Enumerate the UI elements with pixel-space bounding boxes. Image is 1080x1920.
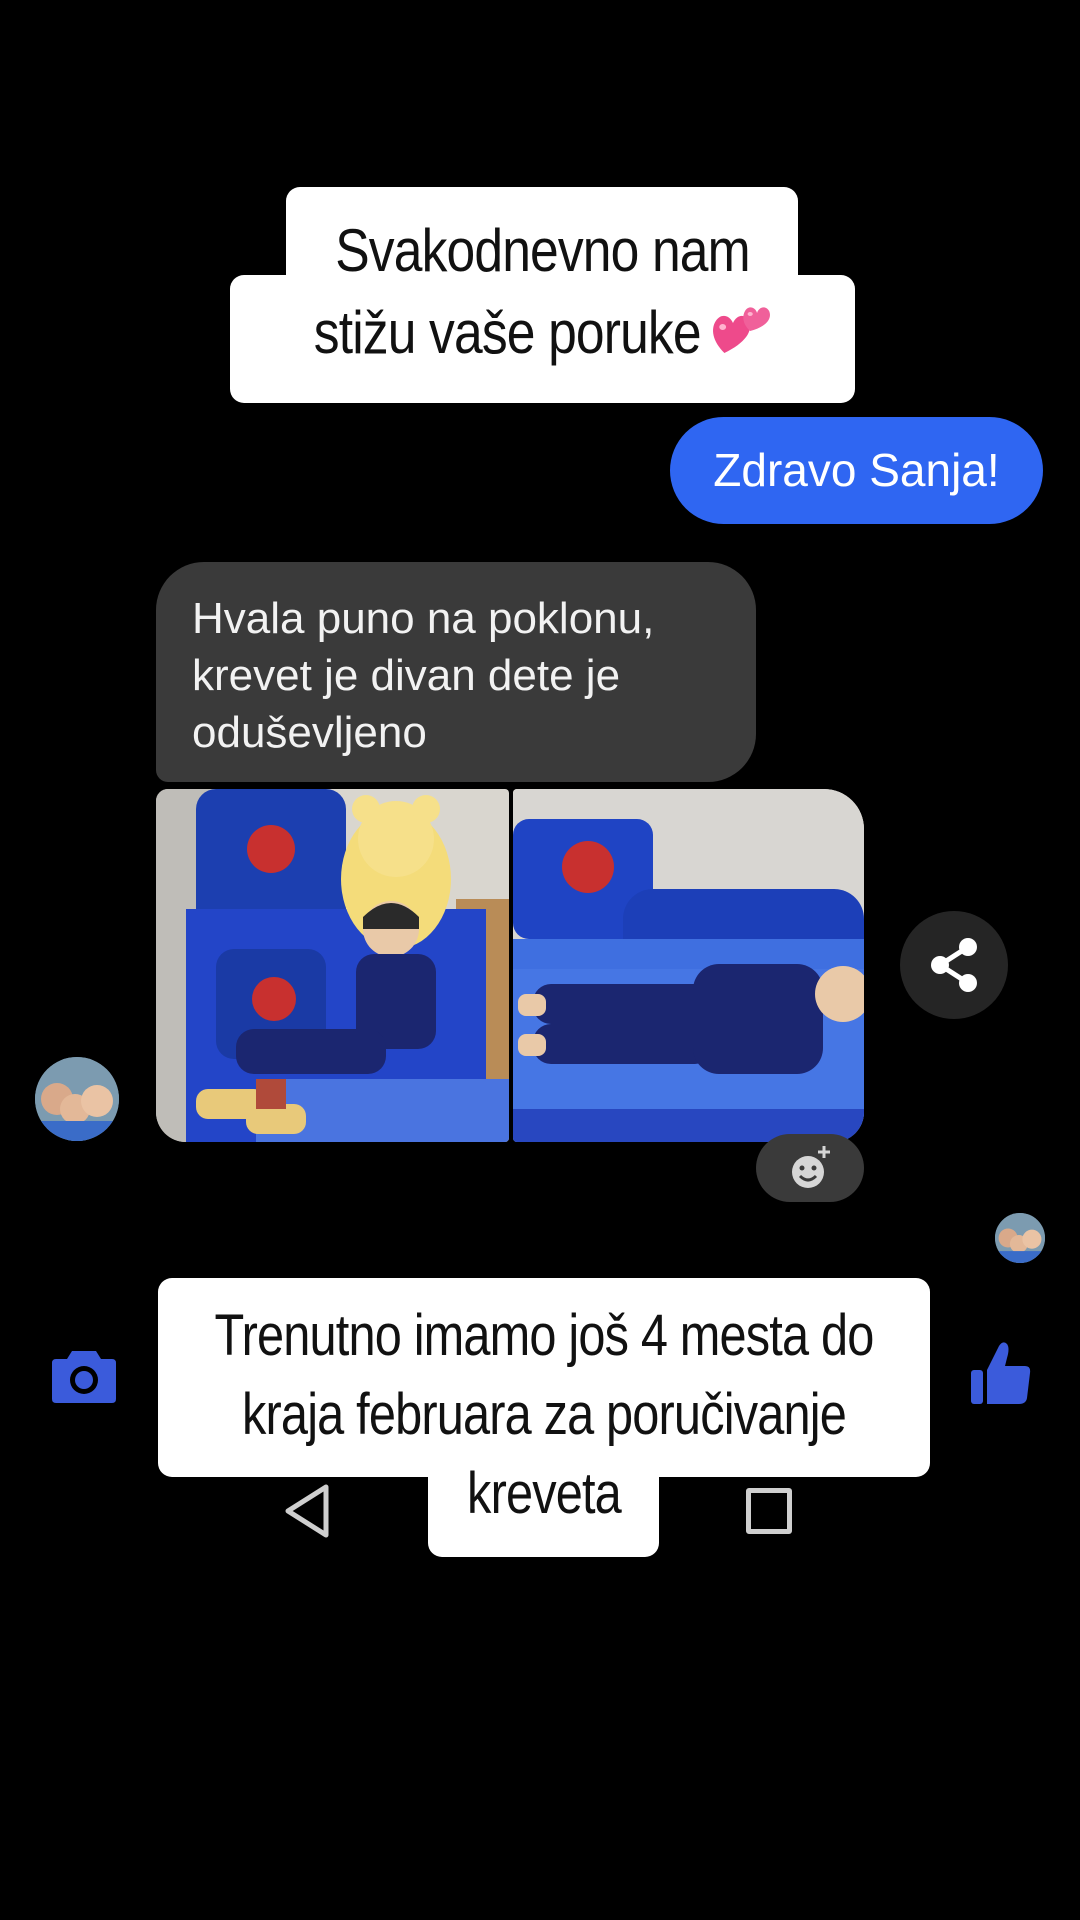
caption-top-line-2: stižu vaše poruke	[274, 292, 812, 374]
camera-icon	[52, 1351, 116, 1403]
add-reaction-button[interactable]	[756, 1134, 864, 1202]
received-message-line-3: oduševljeno	[192, 708, 427, 757]
contact-avatar-image	[35, 1057, 119, 1141]
photo-child-lying-on-bed[interactable]	[513, 789, 864, 1142]
two-hearts-emoji	[713, 307, 771, 353]
camera-button[interactable]	[50, 1347, 118, 1405]
caption-top-line-1: Svakodnevno nam	[335, 217, 750, 284]
photo-child-sitting-on-bed[interactable]	[156, 789, 509, 1142]
contact-avatar[interactable]	[35, 1057, 119, 1141]
caption-top-line-2-text: stižu vaše poruke	[313, 299, 702, 366]
share-button[interactable]	[900, 911, 1008, 1019]
back-triangle-icon	[285, 1484, 329, 1538]
share-icon	[931, 938, 977, 992]
photo-child-sitting-on-bed-image	[156, 789, 509, 1142]
sent-message-bubble[interactable]: Zdravo Sanja!	[670, 417, 1043, 524]
caption-bottom-line-2: kraja februara za poručivanje	[242, 1382, 847, 1447]
read-receipt-avatar-image	[995, 1213, 1045, 1263]
caption-bottom-line-1: Trenutno imamo još 4 mesta do	[214, 1303, 875, 1368]
caption-top: Svakodnevno nam stižu vaše poruke	[274, 210, 812, 374]
photo-child-lying-on-bed-image	[513, 789, 864, 1142]
received-message-bubble[interactable]: Hvala puno na poklonu, krevet je divan d…	[156, 562, 756, 782]
thumbs-up-icon	[971, 1342, 1031, 1404]
nav-back-button[interactable]	[282, 1483, 332, 1539]
read-receipt-avatar	[995, 1213, 1045, 1263]
received-message-line-1: Hvala puno na poklonu,	[192, 594, 655, 643]
like-button[interactable]	[969, 1340, 1033, 1408]
add-reaction-icon	[792, 1146, 830, 1188]
recents-square-icon[interactable]	[746, 1488, 792, 1534]
received-message-line-2: krevet je divan dete je	[192, 651, 621, 700]
